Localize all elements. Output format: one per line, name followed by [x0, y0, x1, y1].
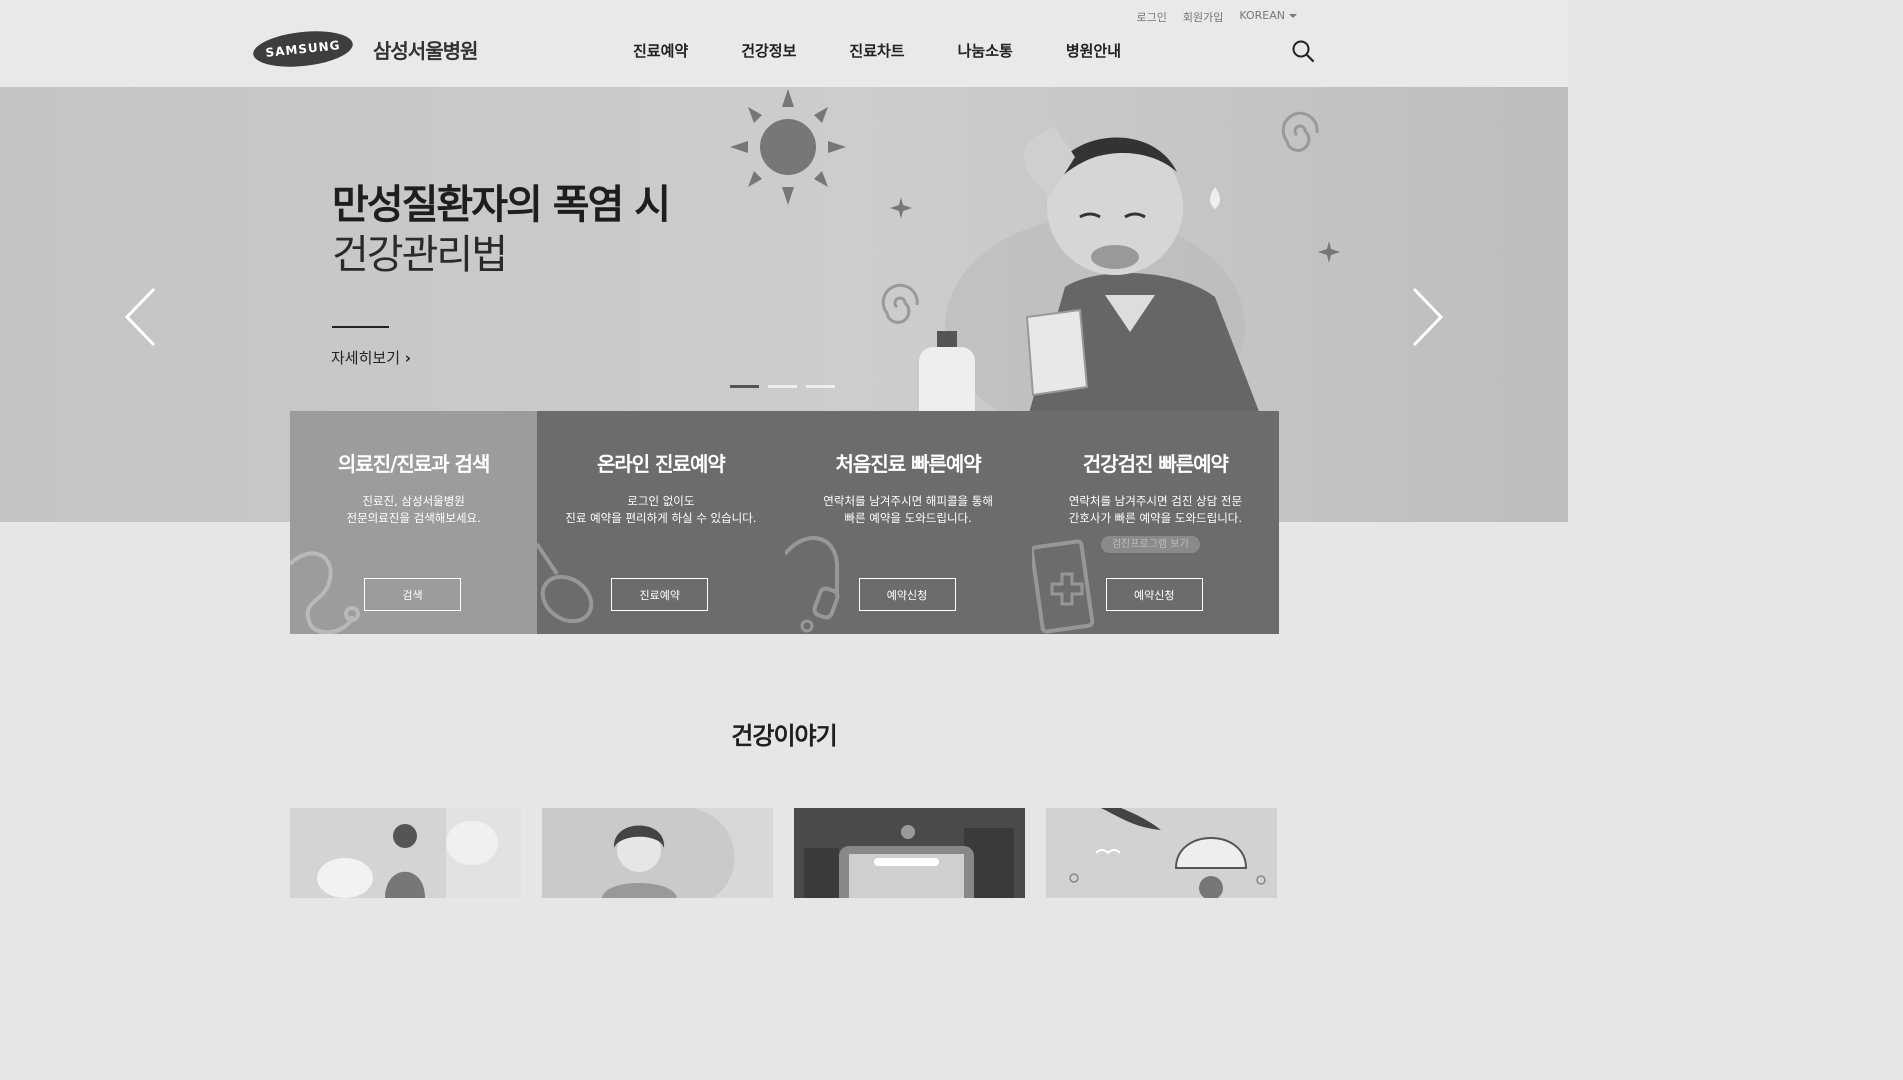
card-desc-line1: 연락처를 남겨주시면 검진 상담 전문: [1068, 494, 1243, 508]
section-title: 건강이야기: [731, 722, 837, 750]
site-logo[interactable]: SAMSUNG 삼성서울병원: [251, 26, 478, 72]
card-desc-line2: 진료 예약을 편리하게 하실 수 있습니다.: [565, 511, 757, 525]
card-first-visit-reservation: 처음진료 빠른예약 연락처를 남겨주시면 해피콜을 통해 빠른 예약을 도와드립…: [784, 411, 1032, 634]
sparkle-icon: [1318, 241, 1340, 263]
card-desc-line2: 간호사가 빠른 예약을 도와드립니다.: [1068, 511, 1243, 525]
card-desc-line2: 빠른 예약을 도와드립니다.: [844, 511, 972, 525]
card-health-checkup-reservation: 건강검진 빠른예약 연락처를 남겨주시면 검진 상담 전문 간호사가 빠른 예약…: [1031, 411, 1279, 634]
hero-more-link[interactable]: 자세히보기 ›: [331, 347, 411, 368]
quick-service-cards: 의료진/진료과 검색 진료진, 삼성서울병원 전문의료진을 검색해보세요. 검색…: [290, 411, 1279, 634]
health-story-card[interactable]: [290, 808, 521, 898]
hero-more-label: 자세히보기: [331, 349, 401, 367]
health-story-list: [290, 808, 1277, 898]
card-description: 연락처를 남겨주시면 해피콜을 통해 빠른 예약을 도와드립니다.: [785, 493, 1032, 527]
search-icon[interactable]: [1291, 39, 1315, 63]
card-desc-line1: 로그인 없이도: [627, 494, 695, 508]
hero-divider: [332, 326, 389, 328]
card-title: 온라인 진료예약: [596, 452, 726, 476]
site-header: 로그인 회원가입 KOREAN SAMSUNG 삼성서울병원 진료예약 건강정보…: [0, 0, 1568, 87]
health-story-card[interactable]: [794, 808, 1025, 898]
story-illustration: [804, 825, 1014, 898]
login-link[interactable]: 로그인: [1137, 9, 1167, 25]
first-visit-reservation-button[interactable]: 예약신청: [858, 578, 956, 611]
slide-indicators: [730, 385, 835, 388]
card-desc-line2: 전문의료진을 검색해보세요.: [346, 511, 481, 525]
card-doctor-search: 의료진/진료과 검색 진료진, 삼성서울병원 전문의료진을 검색해보세요. 검색: [290, 411, 538, 634]
card-desc-line1: 진료진, 삼성서울병원: [362, 494, 465, 508]
nav-item-hospital-guide[interactable]: 병원안내: [1066, 40, 1121, 61]
health-story-card[interactable]: [542, 808, 773, 898]
hospital-name: 삼성서울병원: [373, 38, 478, 63]
utility-links: 로그인 회원가입 KOREAN: [1137, 9, 1297, 25]
slide-indicator-1[interactable]: [730, 385, 759, 388]
samsung-logo: SAMSUNG: [251, 26, 355, 72]
online-appointment-button[interactable]: 진료예약: [611, 578, 709, 611]
slide-indicator-2[interactable]: [768, 385, 797, 388]
health-story-card[interactable]: [1046, 808, 1277, 898]
card-description: 연락처를 남겨주시면 검진 상담 전문 간호사가 빠른 예약을 도와드립니다.: [1032, 493, 1279, 527]
card-description: 로그인 없이도 진료 예약을 편리하게 하실 수 있습니다.: [537, 493, 784, 527]
nav-item-health-info[interactable]: 건강정보: [741, 40, 796, 61]
language-selector[interactable]: KOREAN: [1239, 9, 1297, 25]
card-online-appointment: 온라인 진료예약 로그인 없이도 진료 예약을 편리하게 하실 수 있습니다. …: [537, 411, 785, 634]
sweating-man-illustration: [919, 127, 1265, 427]
nav-item-medical-chart[interactable]: 진료차트: [849, 40, 904, 61]
signup-link[interactable]: 회원가입: [1183, 9, 1223, 25]
logo-brand-text: SAMSUNG: [264, 38, 342, 60]
slide-indicator-3[interactable]: [806, 385, 835, 388]
card-desc-line1: 연락처를 남겨주시면 해피콜을 통해: [823, 494, 993, 508]
checkup-reservation-button[interactable]: 예약신청: [1105, 578, 1203, 611]
card-title: 처음진료 빠른예약: [835, 452, 982, 476]
doctor-search-button[interactable]: 검색: [364, 578, 461, 611]
chevron-right-icon: ›: [404, 349, 411, 367]
story-illustration: [317, 808, 521, 898]
checkup-program-link[interactable]: 검진프로그램 보기: [1100, 536, 1200, 553]
card-description: 진료진, 삼성서울병원 전문의료진을 검색해보세요.: [290, 493, 537, 527]
sun-icon: [730, 89, 846, 205]
story-illustration: [1069, 808, 1266, 898]
card-title: 건강검진 빠른예약: [1082, 452, 1229, 476]
main-nav: 진료예약 건강정보 진료차트 나눔소통 병원안내: [633, 40, 1174, 61]
hero-title-line2: 건강관리법: [332, 232, 508, 278]
caret-down-icon: [1289, 14, 1297, 18]
language-label: KOREAN: [1239, 9, 1285, 22]
next-slide-arrow-icon[interactable]: [1407, 285, 1447, 349]
card-title: 의료진/진료과 검색: [337, 452, 490, 476]
nav-item-community[interactable]: 나눔소통: [958, 40, 1013, 61]
story-illustration: [602, 808, 773, 898]
sparkle-icon: [890, 197, 912, 219]
prev-slide-arrow-icon[interactable]: [121, 285, 161, 349]
nav-item-appointment[interactable]: 진료예약: [633, 40, 688, 61]
